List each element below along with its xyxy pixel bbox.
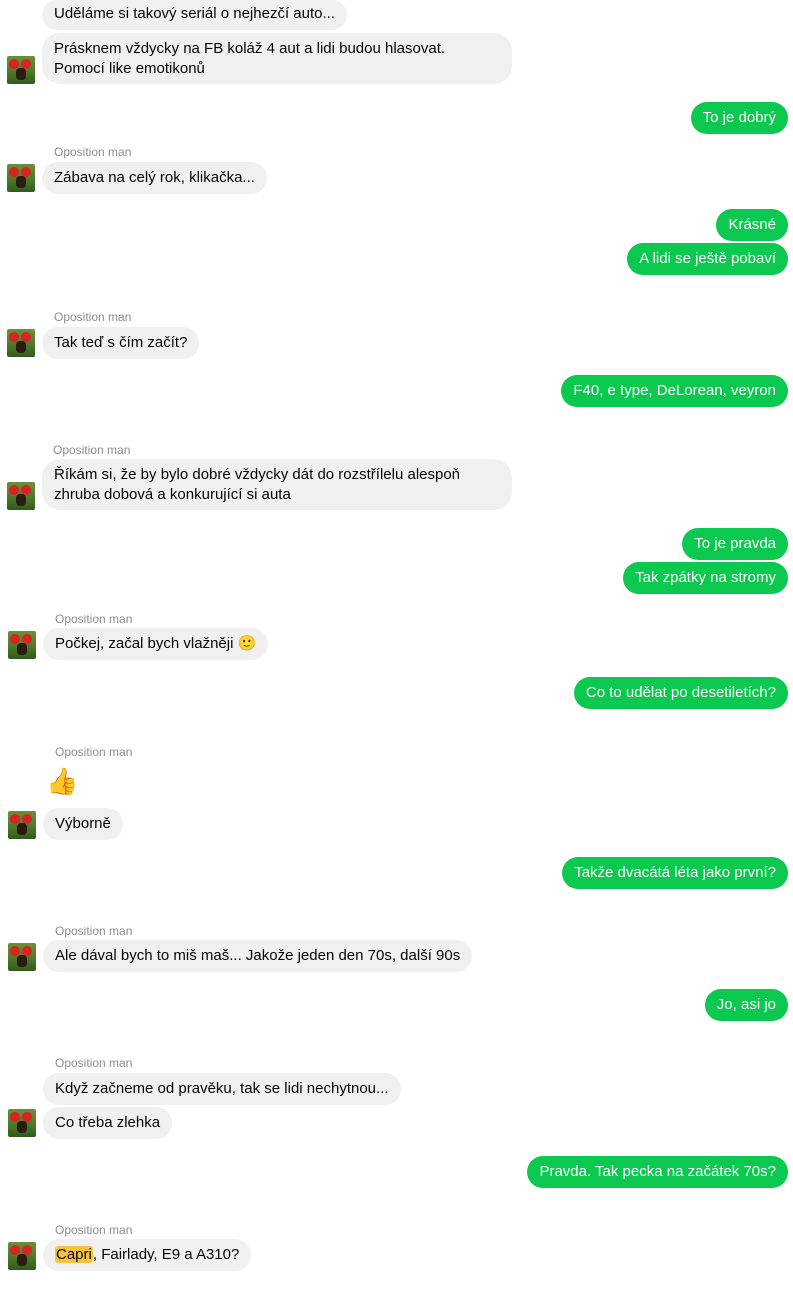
message-text: Pravda. Tak pecka na začátek 70s?: [539, 1163, 776, 1180]
incoming-message-bubble[interactable]: Uděláme si takový seriál o nejhezčí auto…: [42, 0, 347, 30]
message-text: F40, e type, DeLorean, veyron: [573, 382, 776, 399]
outgoing-message-bubble[interactable]: Co to udělat po desetiletích?: [573, 677, 788, 709]
ladybug-body: [16, 341, 26, 353]
message-text: Krásné: [728, 216, 776, 233]
outgoing-message-bubble[interactable]: To je pravda: [682, 528, 788, 560]
sender-name: Oposition man: [53, 443, 131, 457]
incoming-message-bubble[interactable]: Když začneme od pravěku, tak se lidi nec…: [43, 1073, 401, 1105]
sender-name: Oposition man: [55, 612, 133, 626]
smile-emoji-icon: 🙂: [237, 635, 257, 652]
ladybug-body: [17, 1121, 27, 1133]
contact-avatar[interactable]: [7, 329, 35, 357]
contact-avatar[interactable]: [8, 1109, 36, 1137]
sender-name: Oposition man: [55, 1223, 133, 1237]
outgoing-message-bubble[interactable]: Takže dvacátá léta jako první?: [562, 857, 788, 889]
sender-name: Oposition man: [55, 1056, 133, 1070]
message-text: Takže dvacátá léta jako první?: [574, 864, 776, 881]
contact-avatar[interactable]: [8, 631, 36, 659]
message-text: Jo, asi jo: [716, 996, 776, 1013]
message-text: Zábava na celý rok, klikačka...: [54, 169, 255, 186]
contact-avatar[interactable]: [7, 56, 35, 84]
outgoing-message-bubble[interactable]: Krásné: [716, 209, 788, 241]
outgoing-message-bubble[interactable]: Tak zpátky na stromy: [623, 562, 788, 594]
message-text: Výborně: [55, 815, 111, 832]
message-text: To je dobrý: [702, 109, 776, 126]
incoming-message-bubble[interactable]: Prásknem vždycky na FB koláž 4 aut a lid…: [42, 33, 512, 84]
thumbs-up-icon[interactable]: 👍: [46, 766, 78, 796]
incoming-message-bubble[interactable]: Tak teď s čím začít?: [42, 327, 200, 359]
search-highlight: Capri: [55, 1246, 93, 1263]
outgoing-message-bubble[interactable]: To je dobrý: [690, 102, 788, 134]
message-text: Počkej, začal bych vlažněji: [55, 635, 234, 652]
message-text: Co to udělat po desetiletích?: [585, 684, 776, 701]
sender-name: Oposition man: [54, 310, 132, 324]
message-text: Ale dával bych to miš maš... Jakože jede…: [55, 947, 461, 964]
incoming-message-bubble[interactable]: Ale dával bych to miš maš... Jakože jede…: [43, 940, 473, 972]
contact-avatar[interactable]: [7, 482, 35, 510]
incoming-message-bubble[interactable]: Capri, Fairlady, E9 a A310?: [43, 1239, 252, 1271]
message-text: Říkám si, že by bylo dobré vždycky dát d…: [54, 466, 461, 503]
outgoing-message-bubble[interactable]: F40, e type, DeLorean, veyron: [561, 375, 788, 407]
incoming-message-bubble[interactable]: Říkám si, že by bylo dobré vždycky dát d…: [42, 459, 512, 510]
sender-name: Oposition man: [54, 145, 132, 159]
contact-avatar[interactable]: [8, 811, 36, 839]
ladybug-body: [16, 494, 26, 506]
message-text: , Fairlady, E9 a A310?: [92, 1246, 240, 1263]
outgoing-message-bubble[interactable]: Pravda. Tak pecka na začátek 70s?: [527, 1156, 788, 1188]
message-text: Tak teď s čím začít?: [54, 334, 188, 351]
incoming-message-bubble[interactable]: Co třeba zlehka: [43, 1107, 173, 1139]
message-text: A lidi se ještě pobaví: [639, 250, 776, 267]
ladybug-body: [16, 176, 26, 188]
contact-avatar[interactable]: [7, 164, 35, 192]
ladybug-body: [17, 823, 27, 835]
message-text: To je pravda: [694, 535, 776, 552]
message-text: Prásknem vždycky na FB koláž 4 aut a lid…: [54, 40, 446, 77]
incoming-message-bubble[interactable]: Počkej, začal bych vlažněji 🙂: [43, 628, 269, 660]
outgoing-message-bubble[interactable]: Jo, asi jo: [704, 989, 788, 1021]
contact-avatar[interactable]: [8, 943, 36, 971]
message-text: Uděláme si takový seriál o nejhezčí auto…: [54, 5, 335, 22]
ladybug-body: [17, 955, 27, 967]
sender-name: Oposition man: [55, 924, 133, 938]
incoming-message-bubble[interactable]: Zábava na celý rok, klikačka...: [42, 162, 267, 194]
chat-thread: Uděláme si takový seriál o nejhezčí auto…: [0, 0, 793, 1300]
incoming-message-bubble[interactable]: Výborně: [43, 808, 123, 840]
ladybug-body: [17, 1254, 27, 1266]
outgoing-message-bubble[interactable]: A lidi se ještě pobaví: [627, 243, 788, 275]
contact-avatar[interactable]: [8, 1242, 36, 1270]
message-text: Tak zpátky na stromy: [635, 569, 776, 586]
ladybug-body: [16, 68, 26, 80]
sender-name: Oposition man: [55, 745, 133, 759]
ladybug-body: [17, 643, 27, 655]
message-text: Co třeba zlehka: [55, 1114, 161, 1131]
message-text: Když začneme od pravěku, tak se lidi nec…: [55, 1080, 389, 1097]
